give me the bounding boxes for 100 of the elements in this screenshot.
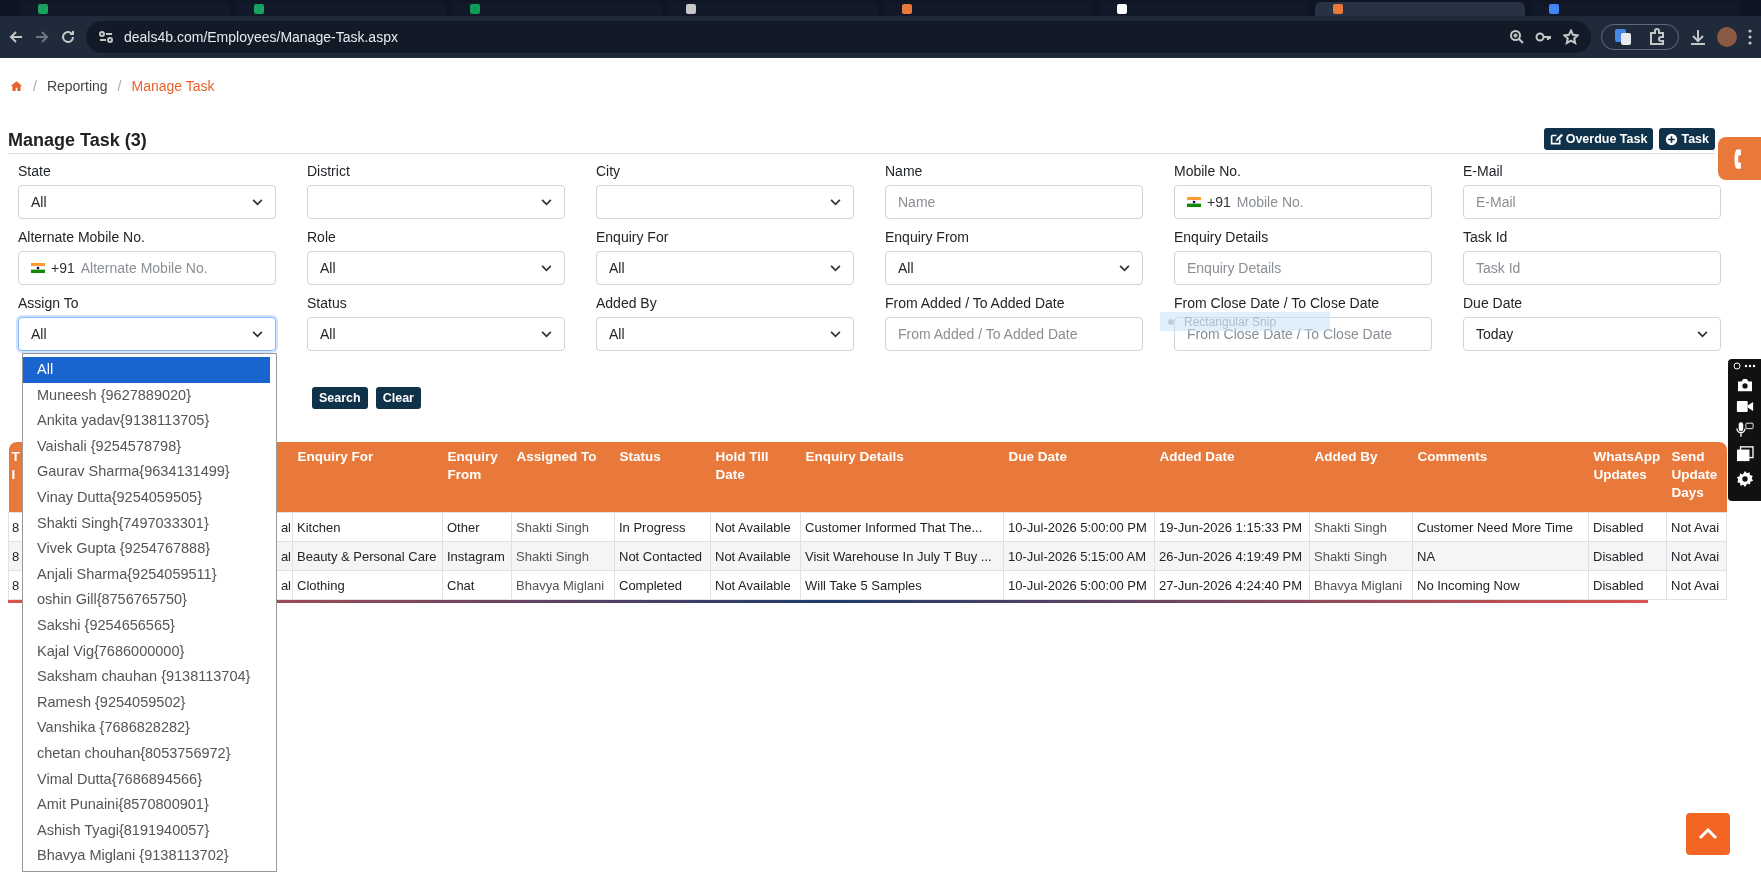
breadcrumb-link[interactable]: Reporting [46, 78, 108, 94]
scroll-top-button[interactable] [1686, 813, 1730, 855]
forward-icon[interactable] [34, 29, 50, 45]
table-cell: NA [1412, 541, 1589, 571]
column-header: Enquiry Details [800, 442, 1004, 513]
dropdown-option[interactable]: Vimal Dutta{7686894566} [23, 766, 276, 793]
column-header: Enquiry From [442, 442, 512, 513]
table-cell: Other [442, 512, 512, 542]
select-field[interactable]: All [596, 317, 854, 351]
table-cell: Will Take 5 Samples [800, 570, 1004, 600]
table-cell: 10-Jul-2026 5:00:00 PM [1003, 570, 1155, 600]
reload-icon[interactable] [60, 29, 76, 45]
microphone-icon[interactable] [1735, 421, 1754, 438]
select-field[interactable]: All [596, 251, 854, 285]
table-cell: Beauty & Personal Care [292, 541, 443, 571]
call-tab[interactable] [1718, 137, 1761, 180]
field-label: Alternate Mobile No. [18, 228, 146, 247]
table-cell: 26-Jun-2026 4:19:49 PM [1154, 541, 1310, 571]
select-field[interactable]: All [307, 251, 565, 285]
field-label: City [596, 162, 622, 181]
address-bar[interactable]: deals4b.com/Employees/Manage-Task.aspx [86, 21, 1591, 53]
table-cell: Not Available [710, 512, 801, 542]
field-label: State [18, 162, 52, 181]
select-field[interactable]: All [18, 317, 276, 351]
table-cell: Shakti Singh [511, 541, 615, 571]
table-cell: Not Contacted [614, 541, 711, 571]
windows-icon[interactable] [1735, 446, 1754, 462]
edit-icon [1549, 132, 1563, 146]
puzzle-icon[interactable] [1648, 28, 1666, 46]
zoom-icon[interactable] [1509, 29, 1525, 45]
select-field[interactable]: All [18, 185, 276, 219]
dropdown-option[interactable]: Gaurav Sharma{9634131499} [23, 459, 276, 485]
table-cell: Visit Warehouse In July T Buy ... [800, 541, 1004, 571]
menu-icon[interactable] [1747, 28, 1753, 46]
chevron-down-icon [252, 330, 263, 338]
table-cell: Shakti Singh [511, 512, 615, 542]
browser-tab[interactable] [667, 2, 878, 16]
select-field[interactable]: All [307, 317, 565, 351]
select-field[interactable]: All [885, 251, 1143, 285]
chevron-up-icon [1698, 828, 1718, 840]
add-task-button[interactable]: Task [1659, 128, 1715, 150]
browser-tab[interactable] [883, 2, 1094, 16]
input-field[interactable]: +91 Alternate Mobile No. [18, 251, 276, 285]
back-icon[interactable] [8, 29, 24, 45]
chevron-down-icon [830, 198, 841, 206]
dropdown-option[interactable]: Vinay Dutta{9254059505} [23, 484, 276, 511]
star-icon[interactable] [1563, 29, 1579, 45]
dropdown-option[interactable]: Amit Punaini{8570800901} [23, 792, 276, 818]
translate-icon[interactable] [1614, 28, 1632, 46]
dropdown-option[interactable]: chetan chouhan{8053756972} [23, 740, 276, 767]
home-icon[interactable] [10, 80, 23, 92]
table-cell: No Incoming Now [1412, 570, 1589, 600]
dropdown-option[interactable]: Ankita yadav{9138113705} [23, 408, 276, 434]
dropdown-option[interactable]: Vaishali {9254578798} [23, 433, 276, 460]
video-camera-icon[interactable] [1735, 400, 1754, 413]
table-cell: Not Avai [1666, 512, 1727, 542]
dropdown-option[interactable]: Muneesh {9627889020} [23, 382, 276, 409]
table-cell: Customer Need More Time [1412, 512, 1589, 542]
avatar[interactable] [1717, 27, 1737, 47]
field-label: Name [885, 162, 924, 181]
table-cell: Bhavya Miglani [511, 570, 615, 600]
column-header: WhatsApp Updates [1588, 442, 1667, 513]
dropdown-option[interactable]: Saksham chauhan {9138113704} [23, 664, 276, 690]
field-label: E-Mail [1463, 162, 1504, 181]
chevron-down-icon [252, 198, 263, 206]
dropdown-option[interactable]: Bhavya Miglani {9138113702} [23, 843, 276, 869]
download-icon[interactable] [1689, 28, 1707, 46]
select-field[interactable]: Today [1463, 317, 1721, 351]
dropdown-option[interactable]: Sakshi {9254656565} [23, 612, 276, 639]
table-cell: Shakti Singh [1309, 512, 1413, 542]
select-field[interactable] [596, 185, 854, 219]
field-label: Task Id [1463, 228, 1509, 247]
table-cell: 27-Jun-2026 4:24:40 PM [1154, 570, 1310, 600]
clear-button[interactable]: Clear [375, 387, 421, 409]
dropdown-option[interactable]: Shakti Singh{7497033301} [23, 510, 276, 537]
site-settings-icon[interactable] [98, 29, 114, 45]
dropdown-option[interactable]: Vanshika {7686828282} [23, 715, 276, 741]
dropdown-option[interactable]: Ashish Tyagi{8191940057} [23, 817, 276, 844]
dropdown-option[interactable]: Kajal Vig{7686000000} [23, 638, 276, 665]
chevron-down-icon [541, 198, 552, 206]
browser-tab[interactable] [1099, 2, 1310, 16]
page-title: Manage Task (3) [8, 130, 147, 151]
field-label: From Added / To Added Date [885, 294, 1066, 313]
field-label: Enquiry For [596, 228, 670, 247]
table-cell: 19-Jun-2026 1:15:33 PM [1154, 512, 1310, 542]
dropdown-option[interactable]: All [23, 357, 270, 383]
dropdown-option[interactable]: Ramesh {9254059502} [23, 689, 276, 716]
select-field[interactable] [307, 185, 565, 219]
camera-icon[interactable] [1735, 378, 1754, 392]
plus-circle-icon [1665, 132, 1679, 146]
field-label: Role [307, 228, 337, 247]
table-cell: Disabled [1588, 541, 1667, 571]
table-cell: Customer Informed That The... [800, 512, 1004, 542]
overdue-task-button[interactable]: Overdue Task [1543, 128, 1654, 150]
table-cell: 10-Jul-2026 5:15:00 AM [1003, 541, 1155, 571]
input-field[interactable]: +91 Mobile No. [1174, 185, 1432, 219]
search-button[interactable]: Search [312, 387, 368, 409]
breadcrumb-current: Manage Task [131, 78, 215, 94]
settings-icon[interactable] [1735, 470, 1754, 488]
table-cell: Shakti Singh [1309, 541, 1413, 571]
